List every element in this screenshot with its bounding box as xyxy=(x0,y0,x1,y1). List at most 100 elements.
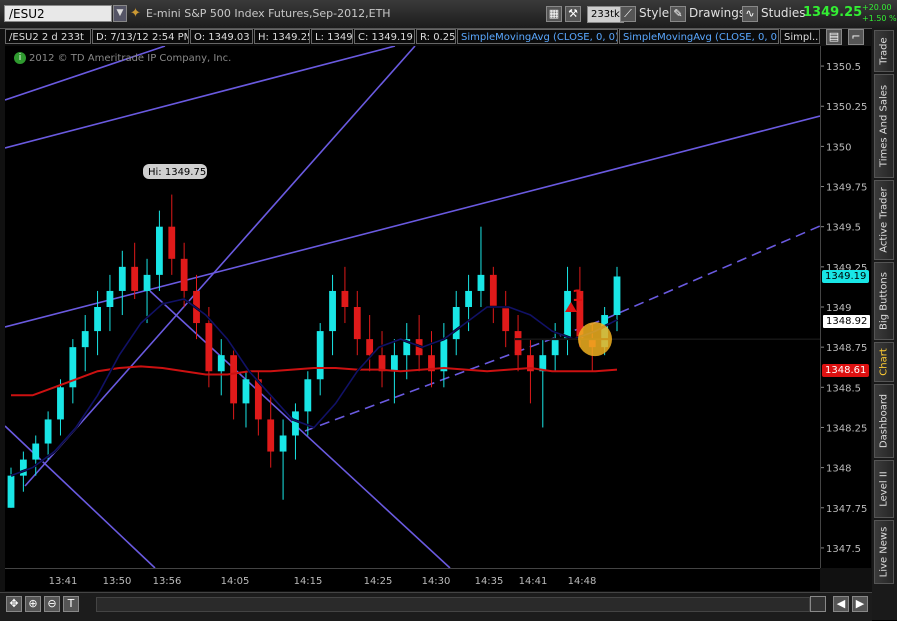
candle-body xyxy=(242,379,250,404)
copyright-notice: i 2012 © TD Ameritrade IP Company, Inc. xyxy=(14,52,231,64)
candle-body xyxy=(613,276,621,316)
chart-info-bar: /ESU2 2 d 233t D: 7/13/12 2:54 PM O: 134… xyxy=(5,29,820,46)
scroll-right-button[interactable]: ▶ xyxy=(852,596,868,612)
x-tick-label: 14:25 xyxy=(364,576,393,587)
candle-body xyxy=(106,290,114,307)
y-tick-label: 1347.5 xyxy=(826,544,861,555)
arrow-right-icon: ▶ xyxy=(855,597,865,610)
study1-cell[interactable]: SimpleMovingAvg (CLOSE, 0, 0) xyxy=(457,29,618,44)
aggregation-selector[interactable]: 233tk xyxy=(587,6,624,23)
pan-icon: ✥ xyxy=(9,597,19,610)
hi-bubble-text: Hi: 1349.75 xyxy=(148,167,206,178)
candle-body xyxy=(94,307,101,332)
style-button[interactable]: ⟋ Style xyxy=(620,4,669,23)
candle-body xyxy=(279,435,287,452)
text-tool-button[interactable]: T xyxy=(63,596,79,612)
grid-icon: ▦ xyxy=(546,5,562,22)
zoom-out-button[interactable]: ⊖ xyxy=(44,596,60,612)
thinkorswim-window: /ESU2 ▼ ✦ E-mini S&P 500 Index Futures,S… xyxy=(0,0,897,621)
candle-body xyxy=(32,443,40,460)
candle-body xyxy=(316,331,324,380)
grid-layout-button[interactable]: ▦ xyxy=(546,4,565,23)
date-cell: D: 7/13/12 2:54 PM xyxy=(92,29,189,44)
y-tick-label: 1350 xyxy=(826,142,851,153)
candle-body xyxy=(353,307,361,340)
candle-body xyxy=(564,290,571,340)
info-icon: i xyxy=(14,52,26,64)
scroll-thumb[interactable] xyxy=(810,596,826,612)
y-tick-label: 1350.25 xyxy=(826,102,867,113)
tools-button[interactable]: ⚒ xyxy=(565,4,584,23)
instrument-description: E-mini S&P 500 Index Futures,Sep-2012,ET… xyxy=(146,7,391,20)
y-tick-label: 1349.5 xyxy=(826,223,861,234)
y-tick-label: 1348.25 xyxy=(826,423,867,434)
candle-body xyxy=(292,411,299,436)
price-axis[interactable]: 1350.5 1350.25 1350 1349.75 1349.5 1349.25 134… xyxy=(820,46,871,568)
tab-times-and-sales[interactable]: Times And Sales xyxy=(874,74,894,178)
symbol-period-cell: /ESU2 2 d 233t xyxy=(5,29,91,44)
arrow-left-icon: ◀ xyxy=(836,597,846,610)
last-price-tag: 1349.19 xyxy=(822,270,870,284)
y-tick-label: 1348 xyxy=(826,464,851,475)
x-tick-label: 14:35 xyxy=(475,576,504,587)
tab-big-buttons[interactable]: Big Buttons xyxy=(874,262,894,340)
candle-body xyxy=(180,258,188,291)
tab-active-trader[interactable]: Active Trader xyxy=(874,180,894,260)
drawing-toggle-button[interactable]: ⌐ xyxy=(848,29,864,45)
favorite-star-icon[interactable]: ✦ xyxy=(130,6,141,21)
tab-dashboard[interactable]: Dashboard xyxy=(874,384,894,458)
candle-body xyxy=(502,307,510,332)
time-axis[interactable]: 13:41 13:50 13:56 14:05 14:15 14:25 14:30 14:35… xyxy=(5,568,820,591)
y-tick-label: 1350.5 xyxy=(826,62,861,73)
tab-chart[interactable]: Chart xyxy=(874,342,894,382)
zoom-in-icon: ⊕ xyxy=(28,597,38,610)
candle-body xyxy=(366,339,374,356)
candle-body xyxy=(205,323,213,372)
drawings-button[interactable]: ✎ Drawings xyxy=(670,4,745,23)
x-tick-label: 14:48 xyxy=(568,576,597,587)
tab-level-ii[interactable]: Level II xyxy=(874,460,894,518)
zoom-in-button[interactable]: ⊕ xyxy=(25,596,41,612)
x-tick-label: 14:15 xyxy=(294,576,323,587)
x-tick-label: 13:50 xyxy=(103,576,132,587)
y-tick-label: 1347.75 xyxy=(826,504,867,515)
side-panel-tabs: Trade Times And Sales Active Trader Big … xyxy=(872,28,897,620)
symbol-input[interactable]: /ESU2 xyxy=(4,5,112,22)
time-scrollbar[interactable] xyxy=(96,597,810,612)
trendline xyxy=(5,425,156,568)
chart-canvas[interactable]: 1 Hi: 1349.75 xyxy=(5,46,820,568)
pan-button[interactable]: ✥ xyxy=(6,596,22,612)
y-tick-label: 1348.75 xyxy=(826,343,867,354)
style-icon: ⟋ xyxy=(620,5,636,22)
candle-body xyxy=(390,355,398,372)
candle-body xyxy=(477,274,485,291)
scroll-left-button[interactable]: ◀ xyxy=(833,596,849,612)
symbol-dropdown-icon[interactable]: ▼ xyxy=(113,5,127,22)
symbol-toolbar: /ESU2 ▼ ✦ E-mini S&P 500 Index Futures,S… xyxy=(0,0,897,29)
tab-live-news[interactable]: Live News xyxy=(874,520,894,584)
studies-button[interactable]: ∿ Studies xyxy=(742,4,806,23)
candle-body xyxy=(304,379,312,412)
candle-body xyxy=(514,331,522,356)
candle-body xyxy=(118,266,126,291)
trendline xyxy=(149,290,451,568)
candle-body xyxy=(452,307,460,340)
candle-body xyxy=(81,331,89,348)
study2-cell[interactable]: SimpleMovingAvg (CLOSE, 0, 0) xyxy=(619,29,779,44)
candle-body xyxy=(230,355,238,404)
price-chart[interactable]: 1 Hi: 1349.75 xyxy=(5,46,820,568)
study3-cell[interactable]: Simpl... xyxy=(780,29,820,44)
candle-body xyxy=(465,290,472,307)
low-cell: L: 1349 xyxy=(311,29,353,44)
candle-body xyxy=(217,355,225,372)
sma-fast-tag: 1348.92 xyxy=(822,313,872,329)
close-cell: C: 1349.19 xyxy=(354,29,415,44)
sma-fast-line xyxy=(10,298,618,477)
chart-settings-button[interactable]: ▤ xyxy=(826,29,842,45)
tab-trade[interactable]: Trade xyxy=(874,30,894,72)
trendline-dashed xyxy=(604,225,820,320)
percent-change: +1.50 % xyxy=(862,14,897,23)
y-tick-label: 1349.75 xyxy=(826,183,867,194)
candle-body xyxy=(57,387,64,420)
studies-label: Studies xyxy=(761,6,806,20)
